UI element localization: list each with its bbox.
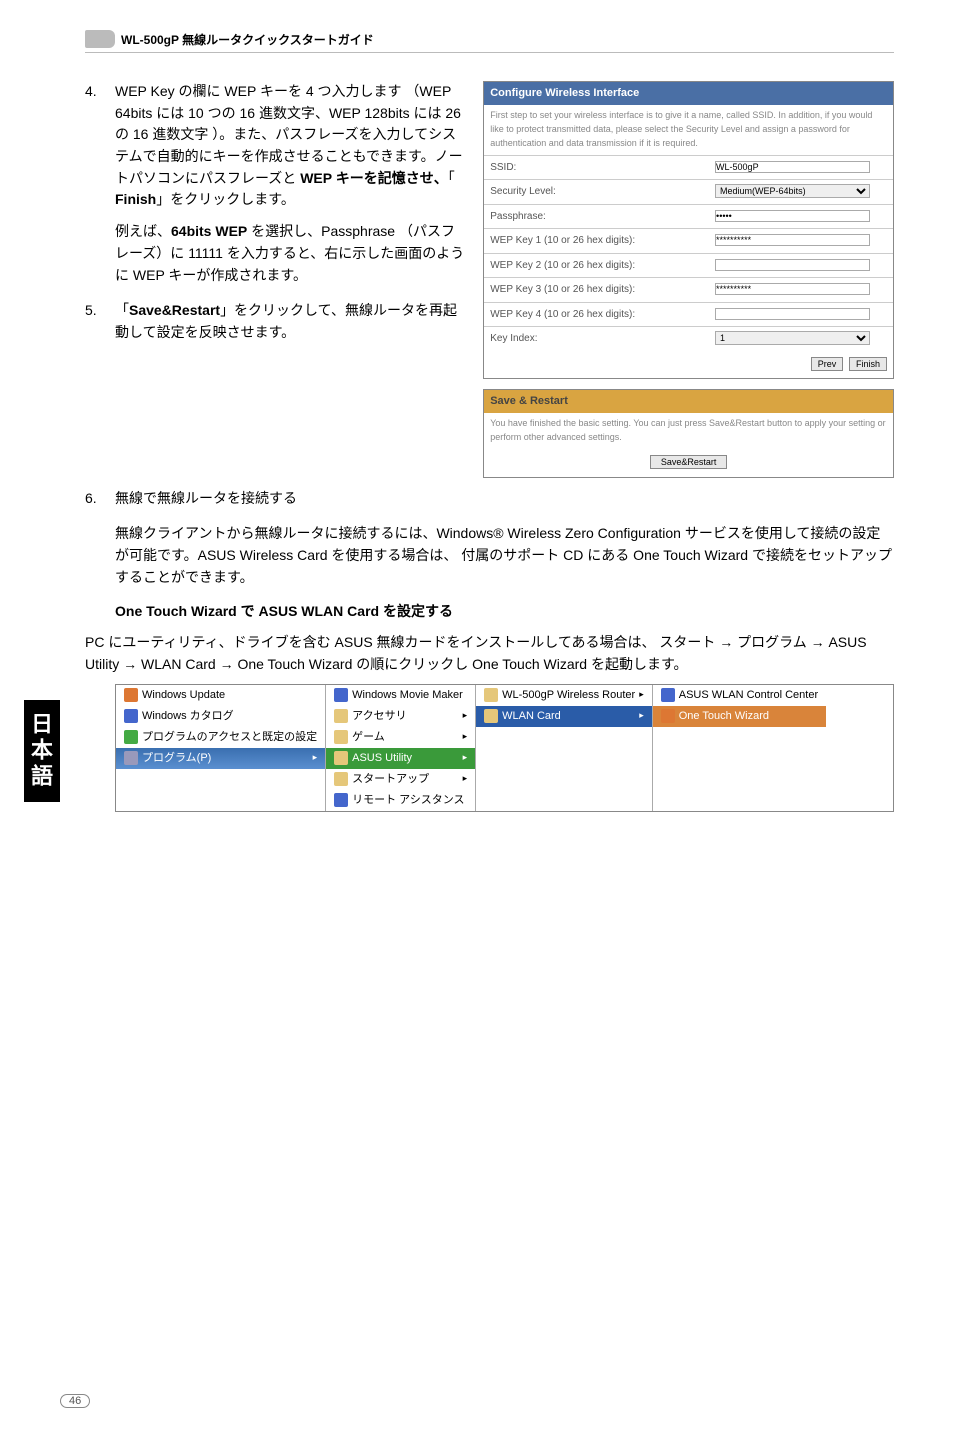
startmenu-col-3: ASUS WLAN Control Center One Touch Wizar… — [653, 685, 826, 811]
step-5: 5. 「Save&Restart」をクリックして、無線ルータを再起動して設定を反… — [85, 300, 465, 343]
wepkey1-label: WEP Key 1 (10 or 26 hex digits): — [484, 229, 709, 253]
wepkey3-label: WEP Key 3 (10 or 26 hex digits): — [484, 278, 709, 302]
label: アクセサリ — [352, 708, 406, 725]
asus-utility-item[interactable]: ASUS Utility — [326, 748, 475, 769]
windows-catalog-item[interactable]: Windows カタログ — [116, 706, 325, 727]
language-tab: 日本語 — [24, 700, 60, 802]
label: プログラム(P) — [142, 750, 211, 767]
step-body: WEP Key の欄に WEP キーを 4 つ入力します （WEP 64bits… — [115, 81, 465, 286]
windows-update-item[interactable]: Windows Update — [116, 685, 325, 706]
step-6: 6. 無線で無線ルータを接続する — [85, 488, 894, 510]
movie-icon — [334, 688, 348, 702]
step-number: 5. — [85, 300, 103, 343]
wepkey4-label: WEP Key 4 (10 or 26 hex digits): — [484, 303, 709, 327]
step-4: 4. WEP Key の欄に WEP キーを 4 つ入力します （WEP 64b… — [85, 81, 465, 286]
games-item[interactable]: ゲーム — [326, 727, 475, 748]
configure-wireless-panel: Configure Wireless Interface First step … — [483, 81, 894, 379]
control-center-item[interactable]: ASUS WLAN Control Center — [653, 685, 826, 706]
ssid-input[interactable] — [715, 161, 870, 173]
step6-subheading: One Touch Wizard で ASUS WLAN Card を設定する — [115, 601, 894, 623]
folder-icon — [334, 709, 348, 723]
folder-icon — [334, 730, 348, 744]
folder-icon — [484, 709, 498, 723]
page-header: WL-500gP 無線ルータクイックスタートガイド — [85, 30, 894, 53]
panel-desc: First step to set your wireless interfac… — [484, 105, 893, 155]
start-menu: Windows Update Windows カタログ プログラムのアクセスと既… — [115, 684, 894, 812]
catalog-icon — [124, 709, 138, 723]
label: Windows Update — [142, 687, 225, 704]
remote-assistance-item[interactable]: リモート アシスタンス — [326, 790, 475, 811]
wepkey4-input[interactable] — [715, 308, 870, 320]
security-select[interactable]: Medium(WEP-64bits) — [715, 184, 870, 198]
wepkey2-input[interactable] — [715, 259, 870, 271]
main-content: 4. WEP Key の欄に WEP キーを 4 つ入力します （WEP 64b… — [85, 81, 894, 812]
remote-icon — [334, 793, 348, 807]
label: ASUS Utility — [352, 750, 412, 767]
save-restart-button[interactable]: Save&Restart — [650, 455, 728, 469]
startmenu-col-2: WL-500gP Wireless Router WLAN Card — [476, 685, 653, 811]
label: リモート アシスタンス — [352, 792, 464, 809]
startup-item[interactable]: スタートアップ — [326, 769, 475, 790]
panel-title: Configure Wireless Interface — [484, 82, 893, 105]
text-bold: Finish — [115, 191, 156, 207]
access-icon — [124, 730, 138, 744]
passphrase-label: Passphrase: — [484, 205, 709, 229]
label: スタートアップ — [352, 771, 429, 788]
header-title: WL-500gP 無線ルータクイックスタートガイド — [121, 31, 374, 48]
label: WL-500gP Wireless Router — [502, 687, 635, 704]
security-label: Security Level: — [484, 180, 709, 204]
folder-icon — [484, 688, 498, 702]
text: 例えば、 — [115, 223, 171, 239]
wepkey3-input[interactable] — [715, 283, 870, 295]
page-number: 46 — [60, 1394, 90, 1408]
panel-title: Save & Restart — [484, 390, 893, 413]
one-touch-wizard-item[interactable]: One Touch Wizard — [653, 706, 826, 727]
wlan-card-item[interactable]: WLAN Card — [476, 706, 652, 727]
text-bold: 64bits WEP — [171, 223, 247, 239]
label: Windows Movie Maker — [352, 687, 463, 704]
program-access-item[interactable]: プログラムのアクセスと既定の設定 — [116, 727, 325, 748]
update-icon — [124, 688, 138, 702]
step6-desc: 無線クライアントから無線ルータに接続するには、Windows® Wireless… — [115, 523, 894, 588]
step-number: 6. — [85, 488, 103, 510]
accessories-item[interactable]: アクセサリ — [326, 706, 475, 727]
finish-button[interactable]: Finish — [849, 357, 887, 371]
label: One Touch Wizard — [679, 708, 769, 725]
prev-button[interactable]: Prev — [811, 357, 844, 371]
wireless-router-item[interactable]: WL-500gP Wireless Router — [476, 685, 652, 706]
label: Windows カタログ — [142, 708, 234, 725]
step-body: 「Save&Restart」をクリックして、無線ルータを再起動して設定を反映させ… — [115, 300, 465, 343]
wepkey1-input[interactable] — [715, 234, 870, 246]
label: ゲーム — [352, 729, 385, 746]
router-icon — [85, 30, 115, 48]
passphrase-input[interactable] — [715, 210, 870, 222]
panel-desc: You have finished the basic setting. You… — [484, 413, 893, 449]
text-bold: WEP キーを記憶させ、 — [300, 170, 448, 186]
startmenu-col-1: Windows Movie Maker アクセサリ ゲーム ASUS Utili… — [326, 685, 476, 811]
save-restart-panel: Save & Restart You have finished the bas… — [483, 389, 894, 477]
folder-icon — [334, 751, 348, 765]
label: ASUS WLAN Control Center — [679, 687, 818, 704]
keyindex-select[interactable]: 1 — [715, 331, 870, 345]
text-bold: Save&Restart — [129, 302, 220, 318]
keyindex-label: Key Index: — [484, 327, 709, 351]
label: プログラムのアクセスと既定の設定 — [142, 729, 317, 746]
text: 「 — [115, 302, 129, 318]
wizard-icon — [661, 709, 675, 723]
folder-icon — [334, 772, 348, 786]
startmenu-col-0: Windows Update Windows カタログ プログラムのアクセスと既… — [116, 685, 326, 811]
step-number: 4. — [85, 81, 103, 286]
ssid-label: SSID: — [484, 156, 709, 180]
text: 」をクリックします。 — [156, 191, 295, 207]
step-body: 無線で無線ルータを接続する — [115, 488, 894, 510]
programs-item[interactable]: プログラム(P) — [116, 748, 325, 769]
programs-icon — [124, 751, 138, 765]
step6-subbody: PC にユーティリティ、ドライブを含む ASUS 無線カードをインストールしてあ… — [85, 632, 894, 675]
wepkey2-label: WEP Key 2 (10 or 26 hex digits): — [484, 254, 709, 278]
label: WLAN Card — [502, 708, 561, 725]
movie-maker-item[interactable]: Windows Movie Maker — [326, 685, 475, 706]
text: 「 — [448, 170, 455, 186]
app-icon — [661, 688, 675, 702]
